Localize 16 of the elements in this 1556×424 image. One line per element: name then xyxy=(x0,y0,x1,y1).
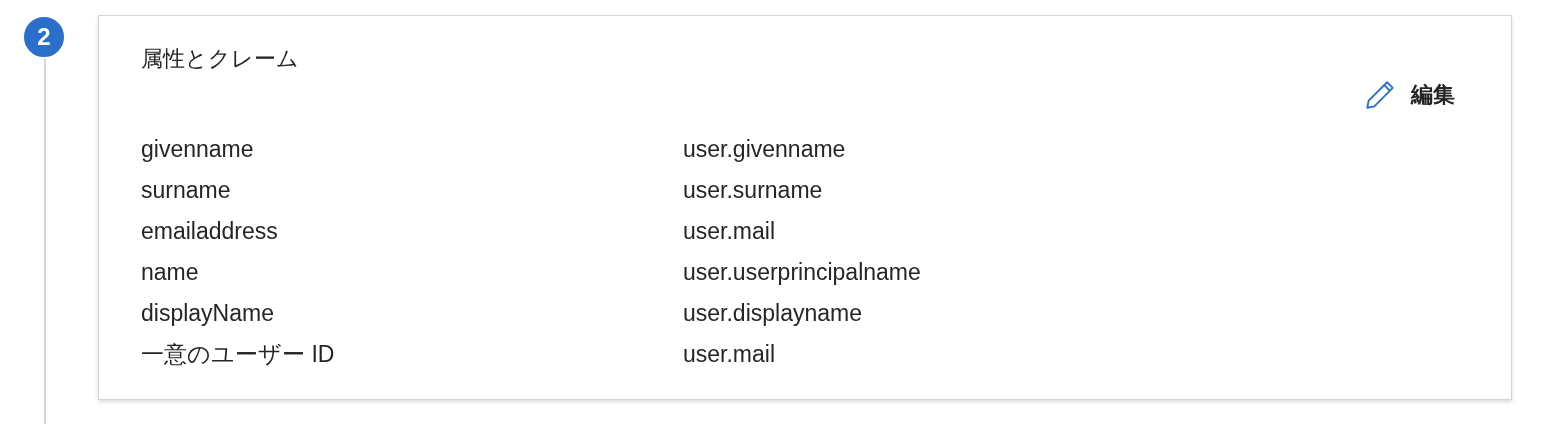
claim-value: user.mail xyxy=(683,218,777,244)
claim-value: user.surname xyxy=(683,177,824,203)
claim-name: surname xyxy=(141,177,232,203)
claim-name: displayName xyxy=(141,300,275,326)
pencil-icon xyxy=(1363,78,1397,112)
section-title: 属性とクレーム xyxy=(141,45,299,73)
claim-value: user.givenname xyxy=(683,136,847,162)
step-badge: 2 xyxy=(22,15,66,59)
claim-value: user.userprincipalname xyxy=(683,259,922,285)
claim-name: emailaddress xyxy=(141,218,279,244)
claim-name: givenname xyxy=(141,136,255,162)
edit-button[interactable]: 編集 xyxy=(1363,78,1455,112)
claim-name: name xyxy=(141,259,200,285)
claim-name: 一意のユーザー ID xyxy=(141,341,336,367)
claim-value: user.displayname xyxy=(683,300,863,326)
claim-value: user.mail xyxy=(683,341,777,367)
